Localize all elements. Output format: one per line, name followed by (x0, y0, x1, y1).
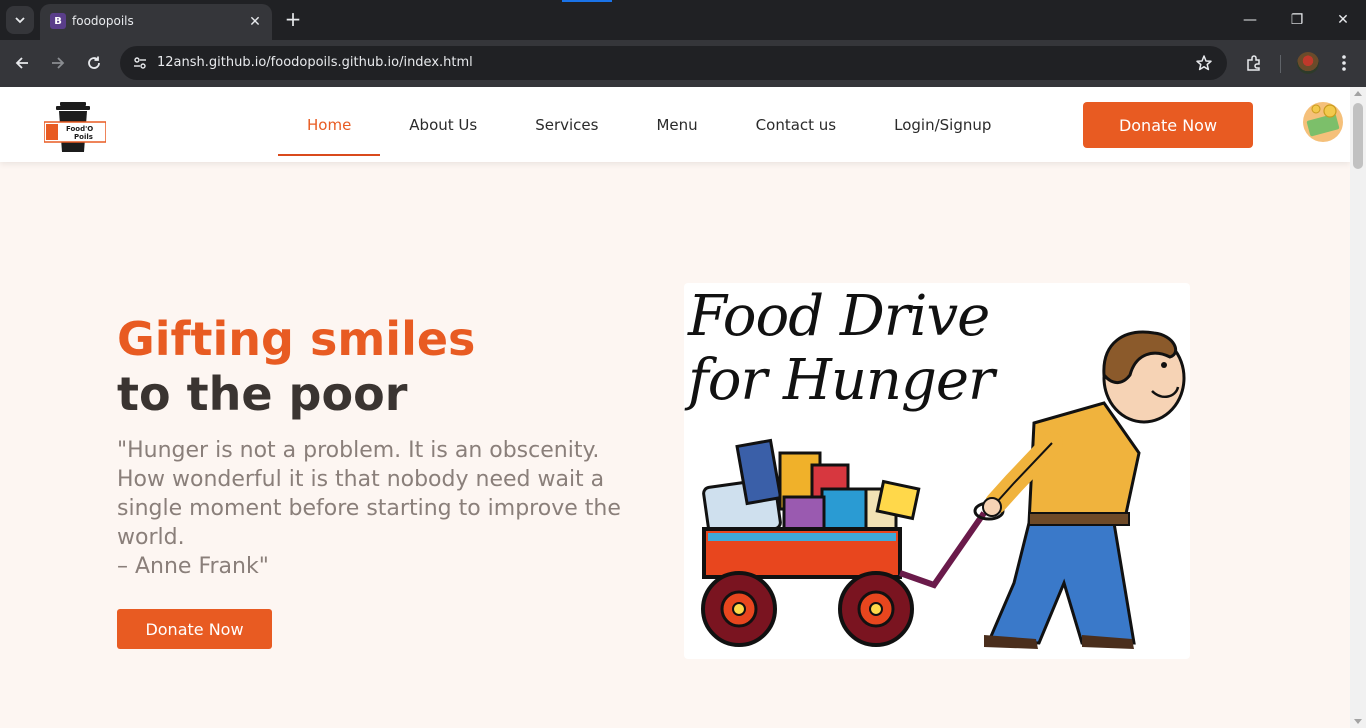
window-accent-line (562, 0, 612, 2)
reload-button[interactable] (82, 51, 106, 75)
hero-title: to the poor (117, 367, 408, 421)
toolbar-separator (1280, 55, 1281, 73)
profile-avatar[interactable] (1297, 52, 1319, 74)
tab-favicon-icon: B (50, 13, 66, 29)
tab-title: foodopoils (72, 14, 134, 28)
back-button[interactable] (10, 51, 34, 75)
svg-text:Food'O: Food'O (66, 125, 93, 133)
main-nav: Home About Us Services Menu Contact us L… (278, 87, 1020, 162)
scroll-down-arrow-icon[interactable] (1354, 719, 1362, 724)
hero-title-highlight: Gifting smiles (117, 312, 476, 366)
new-tab-button[interactable]: + (282, 7, 304, 31)
close-window-icon[interactable]: ✕ (1331, 8, 1355, 32)
nav-services[interactable]: Services (506, 87, 627, 162)
browser-toolbar: 12ansh.github.io/foodopoils.github.io/in… (0, 40, 1366, 87)
scroll-up-arrow-icon[interactable] (1354, 91, 1362, 96)
active-tab[interactable]: B foodopoils ✕ (40, 4, 272, 40)
forward-button[interactable] (46, 51, 70, 75)
svg-text:Poils: Poils (74, 133, 93, 141)
food-drive-illustration: Food Drive for Hunger (684, 283, 1190, 659)
nav-about-us[interactable]: About Us (380, 87, 506, 162)
browser-tab-strip: B foodopoils ✕ + — ❐ ✕ (0, 0, 1366, 40)
nav-menu[interactable]: Menu (627, 87, 726, 162)
chevron-down-icon (15, 17, 25, 24)
wagon-boy-drawing (701, 330, 1186, 649)
extensions-puzzle-icon[interactable] (1243, 52, 1265, 74)
more-menu-icon[interactable] (1333, 52, 1355, 74)
scrollbar-thumb[interactable] (1353, 103, 1363, 169)
arrow-left-icon (15, 57, 28, 69)
donate-now-header-button[interactable]: Donate Now (1083, 102, 1253, 148)
restore-window-icon[interactable]: ❐ (1285, 8, 1309, 32)
tab-search-button[interactable] (6, 6, 34, 34)
nav-login-signup[interactable]: Login/Signup (865, 87, 1020, 162)
nav-home[interactable]: Home (278, 87, 381, 162)
address-bar[interactable]: 12ansh.github.io/foodopoils.github.io/in… (120, 46, 1227, 80)
close-tab-icon[interactable]: ✕ (246, 13, 264, 31)
site-info-icon[interactable] (130, 53, 150, 73)
reload-icon (88, 56, 100, 69)
donate-now-hero-button[interactable]: Donate Now (117, 609, 272, 649)
url-text: 12ansh.github.io/foodopoils.github.io/in… (157, 55, 473, 70)
site-header: Food'O Poils Home About Us Services Menu… (0, 87, 1350, 162)
arrow-right-icon (52, 57, 65, 69)
nav-contact-us[interactable]: Contact us (727, 87, 865, 162)
minimize-window-icon[interactable]: — (1238, 8, 1262, 32)
foodopoils-logo[interactable]: Food'O Poils (44, 102, 106, 154)
hero-quote: "Hunger is not a problem. It is an obsce… (117, 438, 621, 579)
money-donation-icon[interactable] (1300, 99, 1346, 145)
page-scrollbar[interactable] (1350, 87, 1366, 728)
bookmark-star-icon[interactable] (1193, 52, 1215, 74)
